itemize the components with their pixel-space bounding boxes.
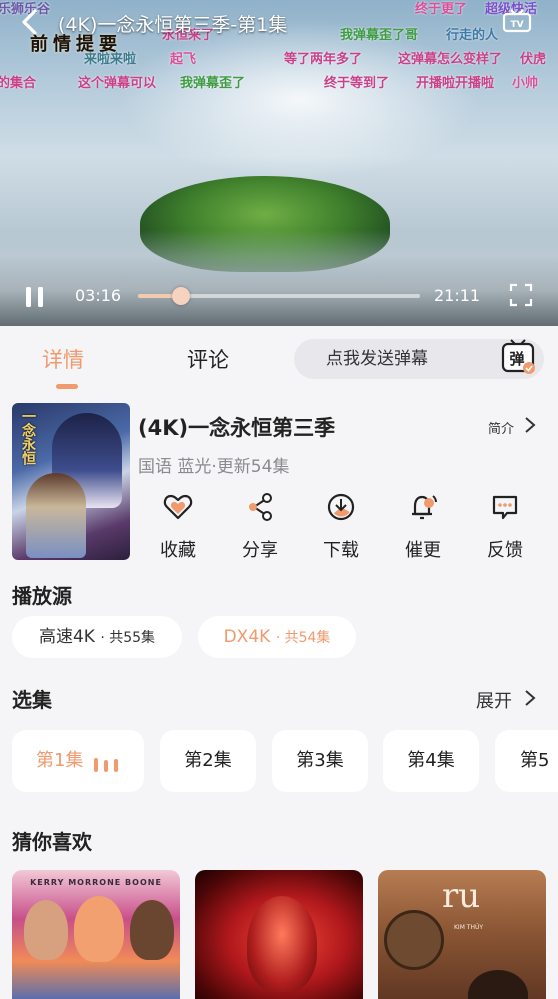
action-label: 反馈 [487, 540, 523, 561]
now-playing-icon [94, 758, 118, 772]
show-title: (4K)一念永恒第三季 [138, 416, 336, 440]
chevron-right-icon[interactable] [524, 416, 536, 434]
bell-icon [412, 495, 437, 520]
recommend-card[interactable]: ru KIM THÚY [378, 870, 546, 999]
source-chip-selected[interactable]: DX4K · 共54集 [198, 616, 356, 658]
tab-details[interactable]: 详情 [42, 344, 84, 374]
episode-chip[interactable]: 第5 [495, 730, 558, 792]
video-player[interactable]: 乐狮乐谷 终于更了 超级快活 永恒来了 来啦来啦 我弹幕歪了哥 行走的人 起飞 … [0, 0, 558, 326]
download-icon [327, 493, 355, 521]
current-time: 03:16 [75, 286, 122, 305]
poster-face [247, 896, 317, 992]
tab-active-indicator [56, 384, 78, 389]
poster-figure [26, 473, 86, 558]
danmaku-comment: 我弹幕歪了 [180, 76, 246, 91]
source-name: DX4K [223, 627, 271, 647]
heart-icon [163, 494, 193, 520]
danmaku-comment: 等了两年多了 [284, 52, 363, 67]
show-poster: 一念永恒 [12, 403, 130, 560]
action-label: 收藏 [160, 540, 196, 561]
video-frame-sky [120, 20, 480, 180]
svg-text:TV: TV [510, 20, 523, 30]
danmaku-comment: 这个弹幕可以 [78, 76, 157, 91]
danmaku-comment: 小帅 [512, 76, 539, 91]
action-label: 分享 [242, 540, 278, 561]
fullscreen-icon[interactable] [508, 282, 534, 308]
action-label: 催更 [405, 540, 441, 561]
danmaku-comment: 终于等到了 [324, 76, 390, 91]
danmaku-comment: 这弹幕怎么变样了 [398, 52, 503, 67]
share-icon [249, 493, 272, 521]
expand-episodes-link[interactable]: 展开 [476, 687, 512, 713]
episode-label: 第1集 [36, 750, 84, 771]
tab-comments[interactable]: 评论 [187, 344, 229, 374]
source-chip[interactable]: 高速4K · 共55集 [12, 616, 182, 658]
episode-label: 第5 [520, 750, 550, 771]
tv-cast-icon[interactable]: TV [502, 9, 532, 35]
episode-chip[interactable]: 第4集 [383, 730, 479, 792]
share-button[interactable]: 分享 [225, 488, 295, 561]
download-button[interactable]: 下载 [306, 488, 376, 561]
poster-figure [468, 970, 528, 999]
poster-decor [384, 910, 444, 970]
episode-chip[interactable]: 第2集 [160, 730, 256, 792]
danmaku-comment: 起飞 [170, 52, 197, 67]
recommend-poster-subtext: KIM THÚY [454, 924, 484, 931]
player-top-bar: (4K)一念永恒第三季-第1集 TV [0, 0, 558, 44]
danmaku-toggle-glyph: 弹 [509, 350, 524, 368]
recommend-card[interactable]: KERRY MORRONE BOONE [12, 870, 180, 999]
recommend-heading: 猜你喜欢 [12, 830, 92, 854]
show-meta: 国语 蓝光·更新54集 [138, 457, 290, 477]
poster-logo: 一念永恒 [20, 409, 36, 465]
favorite-button[interactable]: 收藏 [143, 488, 213, 561]
episode-chip[interactable]: 第3集 [272, 730, 368, 792]
intro-link[interactable]: 简介 [488, 418, 514, 437]
poster-face [74, 896, 124, 962]
poster-face [24, 900, 68, 960]
sources-heading: 播放源 [12, 584, 72, 608]
feedback-icon [492, 495, 518, 520]
episode-label: 第2集 [184, 750, 232, 771]
pause-icon[interactable] [22, 284, 48, 310]
total-time: 21:11 [434, 286, 481, 305]
source-count: · 共54集 [275, 630, 331, 646]
danmaku-comment: 开播啦开播啦 [416, 76, 495, 91]
feedback-button[interactable]: 反馈 [470, 488, 540, 561]
player-controls: 03:16 21:11 [0, 276, 558, 316]
danmaku-comment: 伏虎 [520, 52, 547, 67]
content-tabs: 详情 评论 点我发送弹幕 弹 [0, 326, 558, 396]
seek-thumb[interactable] [172, 287, 191, 305]
urge-update-button[interactable]: 催更 [388, 488, 458, 561]
recommend-poster-text: ru [442, 876, 481, 916]
recommend-poster-text: KERRY MORRONE BOONE [30, 878, 162, 887]
back-arrow-icon[interactable] [18, 8, 42, 36]
source-name: 高速4K [38, 627, 95, 647]
danmaku-comment: 来的集合 [0, 76, 37, 91]
danmaku-input-placeholder: 点我发送弹幕 [326, 349, 428, 369]
episode-chip-selected[interactable]: 第1集 [12, 730, 144, 792]
action-label: 下载 [323, 540, 359, 561]
danmaku-toggle-icon[interactable]: 弹 [500, 339, 538, 377]
poster-face [130, 900, 174, 960]
chevron-right-icon[interactable] [524, 689, 536, 707]
show-info: 一念永恒 (4K)一念永恒第三季 简介 国语 蓝光·更新54集 收藏 分享 下载… [0, 396, 558, 566]
video-title: (4K)一念永恒第三季-第1集 [58, 14, 288, 36]
recommend-card[interactable] [195, 870, 363, 999]
episode-label: 第4集 [407, 750, 455, 771]
episodes-heading: 选集 [12, 688, 52, 712]
action-bar: 收藏 分享 下载 催更 反馈 [138, 488, 548, 561]
episode-label: 第3集 [296, 750, 344, 771]
source-count: · 共55集 [100, 630, 156, 646]
